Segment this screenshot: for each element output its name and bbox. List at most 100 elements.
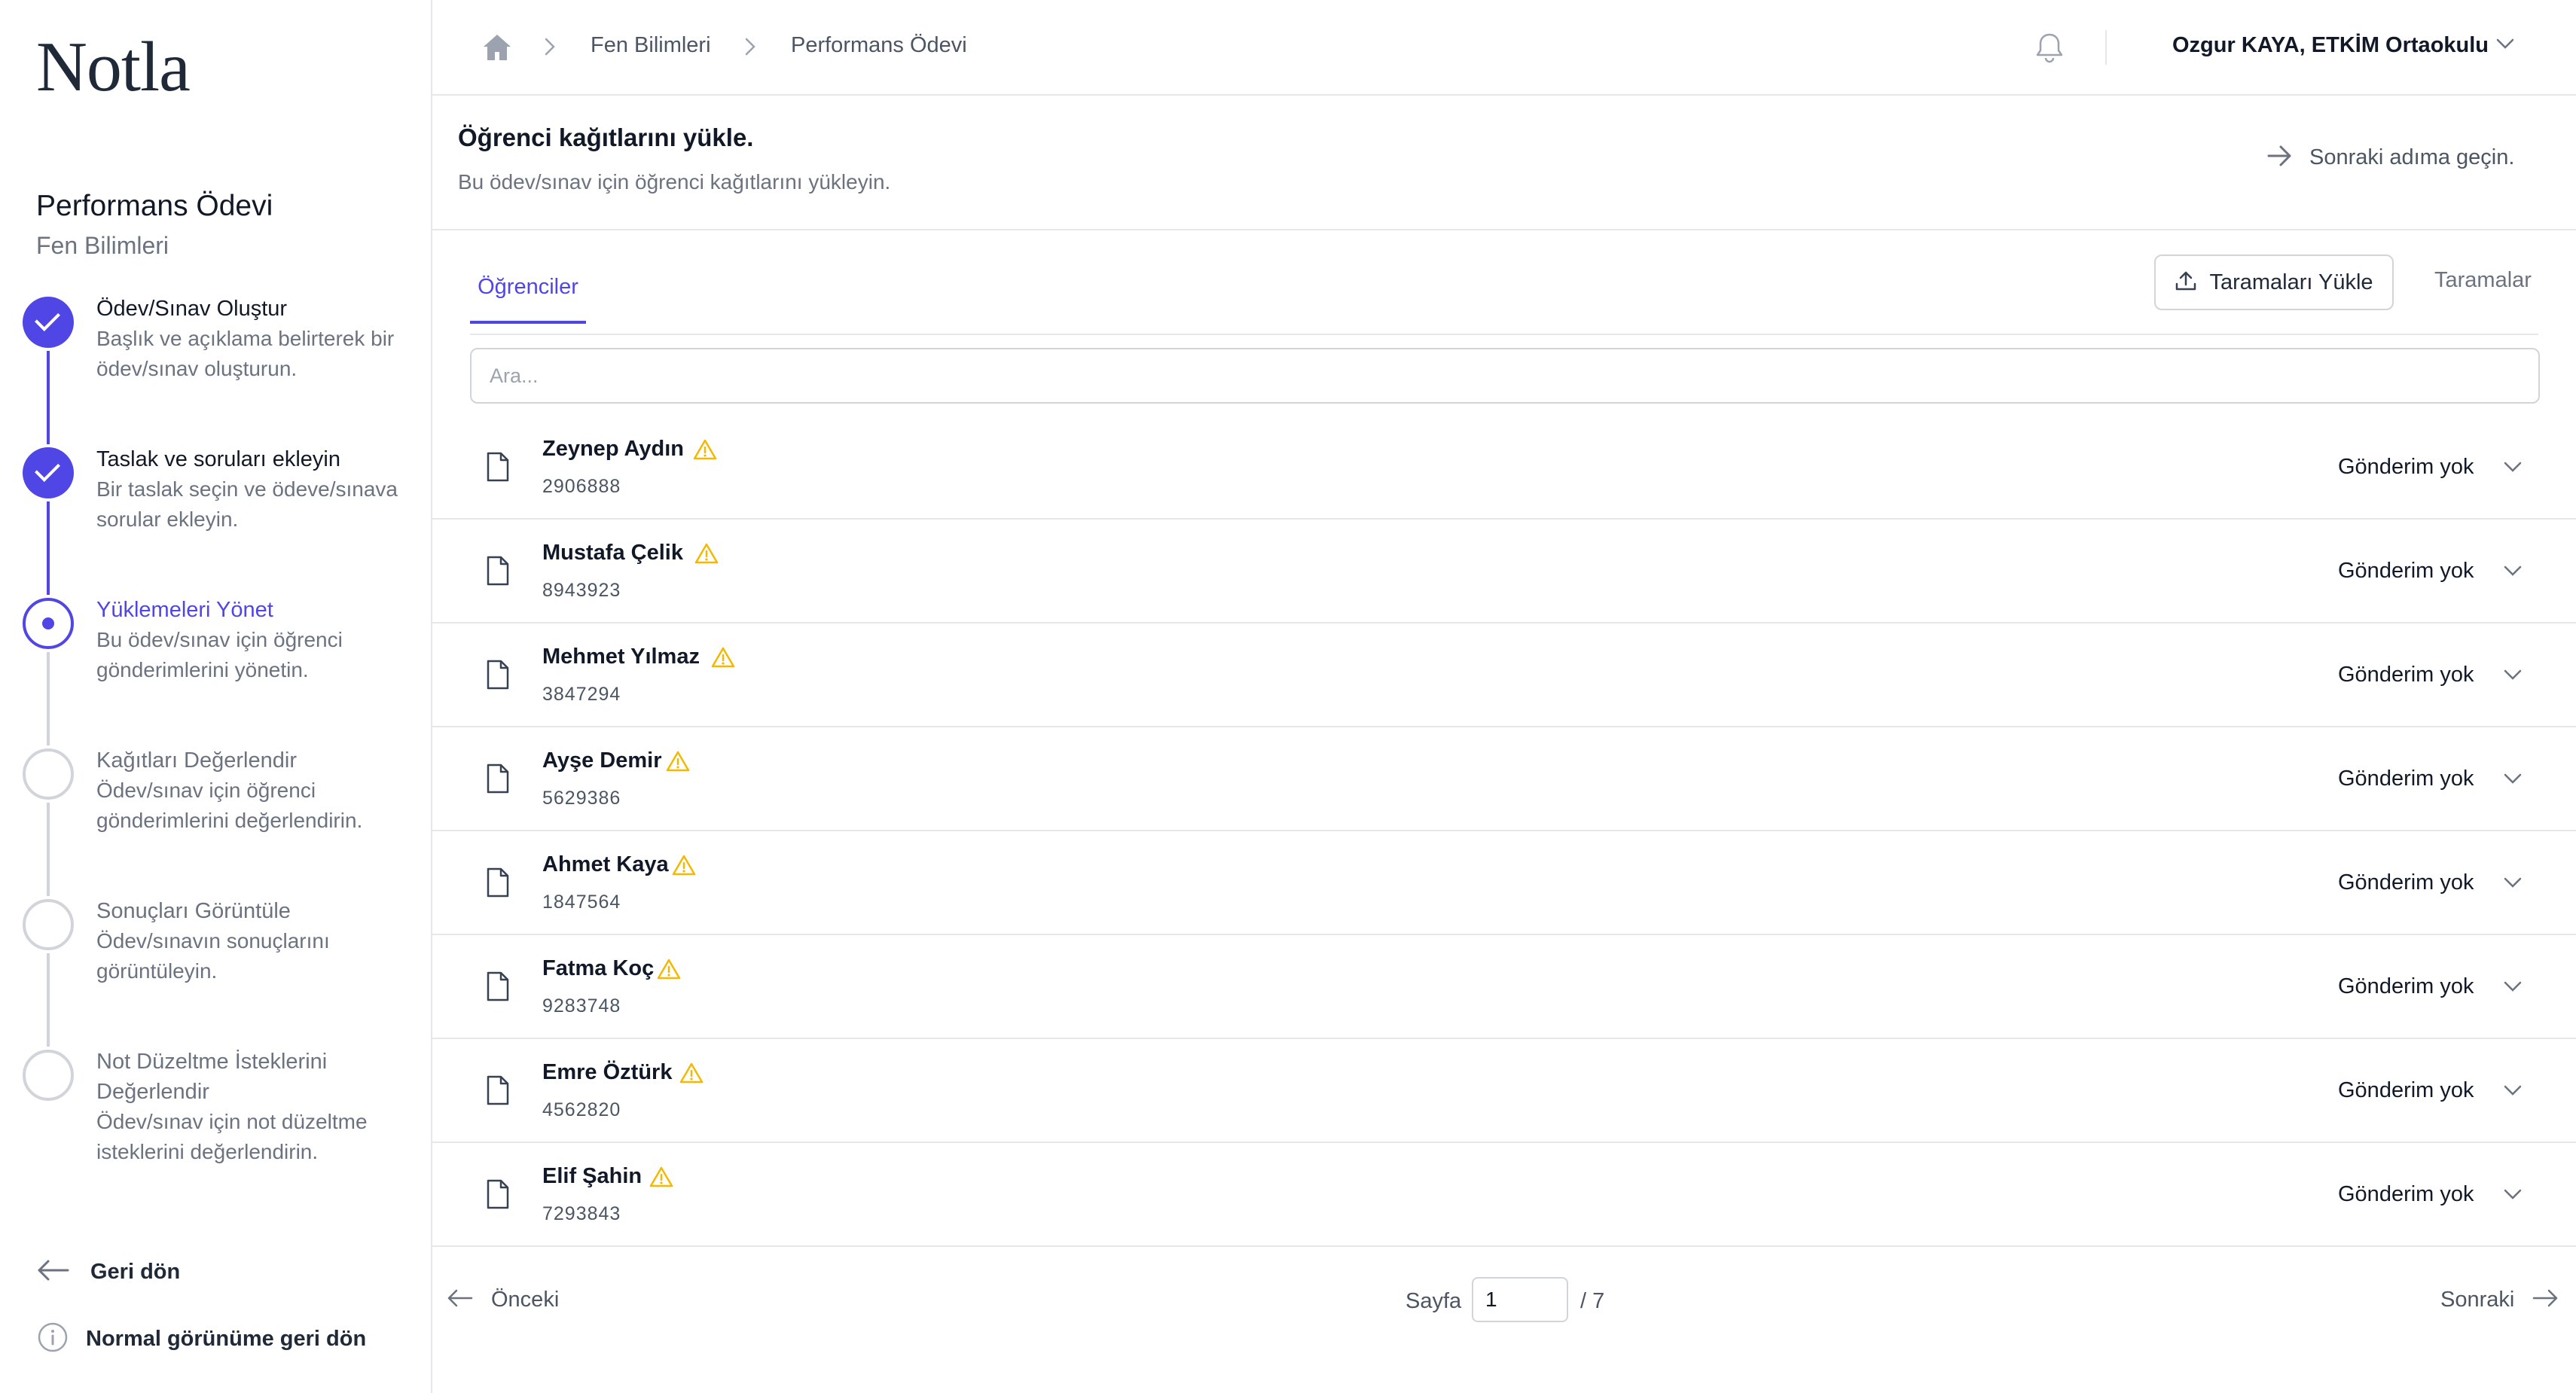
student-list: Zeynep Aydın 2906888 Gönderim yok Mustaf…: [432, 416, 2576, 1247]
bell-icon[interactable]: [2034, 32, 2065, 69]
chevron-down-icon[interactable]: [2502, 771, 2523, 790]
submission-status: Gönderim yok: [2338, 974, 2474, 998]
app-root: Notla Performans Ödevi Fen Bilimleri Öde…: [0, 0, 2576, 1393]
step-title: Ödev/Sınav Oluştur: [96, 297, 288, 321]
file-icon: [485, 1075, 511, 1109]
upload-icon: [2175, 270, 2197, 296]
table-row[interactable]: Emre Öztürk 4562820 Gönderim yok: [432, 1039, 2576, 1143]
step-description: Başlık ve açıklama belirterek bir ödev/s…: [96, 327, 395, 380]
table-row[interactable]: Mehmet Yılmaz 3847294 Gönderim yok: [432, 623, 2576, 727]
tab-scans[interactable]: Taramalar: [2434, 268, 2532, 293]
step-connector: [47, 351, 50, 444]
submission-status: Gönderim yok: [2338, 455, 2474, 479]
student-name: Mustafa Çelik: [542, 541, 683, 565]
step-text: Kağıtları Değerlendir Ödev/sınav için öğ…: [96, 745, 420, 836]
tabs-divider: [470, 334, 2538, 335]
student-name: Ahmet Kaya: [542, 852, 669, 876]
submission-status: Gönderim yok: [2338, 767, 2474, 791]
page-label: Sayfa: [1406, 1289, 1462, 1313]
step-check-icon: [23, 297, 74, 348]
next-page-label: Sonraki: [2440, 1288, 2515, 1312]
file-icon: [485, 867, 511, 901]
next-step-link[interactable]: Sonraki adıma geçin.: [2267, 145, 2514, 171]
chevron-down-icon[interactable]: [2502, 875, 2523, 894]
file-icon: [485, 971, 511, 1005]
table-row[interactable]: Fatma Koç 9283748 Gönderim yok: [432, 935, 2576, 1039]
step-description: Bu ödev/sınav için öğrenci gönderimlerin…: [96, 628, 343, 681]
student-id: 9283748: [542, 995, 621, 1017]
chevron-down-icon[interactable]: [2502, 667, 2523, 686]
header-divider: [432, 229, 2576, 230]
table-row[interactable]: Ahmet Kaya 1847564 Gönderim yok: [432, 831, 2576, 935]
page-subtitle: Bu ödev/sınav için öğrenci kağıtlarını y…: [458, 170, 891, 194]
table-row[interactable]: Ayşe Demir 5629386 Gönderim yok: [432, 727, 2576, 831]
student-id: 2906888: [542, 476, 621, 497]
student-name: Mehmet Yılmaz: [542, 645, 700, 669]
student-name: Emre Öztürk: [542, 1060, 673, 1084]
student-id: 3847294: [542, 684, 621, 705]
info-circle-icon: [36, 1321, 69, 1358]
warning-triangle-icon: [666, 750, 690, 776]
warning-triangle-icon: [694, 542, 719, 568]
normal-view-link[interactable]: Normal görünüme geri dön: [36, 1320, 366, 1358]
table-row[interactable]: Elif Şahin 7293843 Gönderim yok: [432, 1143, 2576, 1247]
step-manage-uploads[interactable]: Yüklemeleri Yönet Bu ödev/sınav için öğr…: [0, 595, 432, 745]
step-text: Sonuçları Görüntüle Ödev/sınavın sonuçla…: [96, 896, 420, 986]
table-row[interactable]: Zeynep Aydın 2906888 Gönderim yok: [432, 416, 2576, 520]
student-id: 4562820: [542, 1099, 621, 1120]
search-input[interactable]: [470, 348, 2540, 404]
step-connector: [47, 953, 50, 1047]
file-icon: [485, 556, 511, 590]
tab-students[interactable]: Öğrenciler: [470, 253, 586, 324]
table-row[interactable]: Mustafa Çelik 8943923 Gönderim yok: [432, 520, 2576, 623]
sidebar: Notla Performans Ödevi Fen Bilimleri Öde…: [0, 0, 432, 1393]
step-connector: [47, 652, 50, 745]
step-view-results[interactable]: Sonuçları Görüntüle Ödev/sınavın sonuçla…: [0, 896, 432, 1047]
student-id: 1847564: [542, 892, 621, 913]
step-draft-questions[interactable]: Taslak ve soruları ekleyin Bir taslak se…: [0, 444, 432, 595]
app-logo[interactable]: Notla: [36, 32, 191, 102]
chevron-down-icon[interactable]: [2495, 36, 2516, 55]
step-title: Not Düzeltme İsteklerini Değerlendir: [96, 1050, 328, 1104]
submission-status: Gönderim yok: [2338, 559, 2474, 583]
next-step-label: Sonraki adıma geçin.: [2309, 145, 2515, 169]
chevron-down-icon[interactable]: [2502, 563, 2523, 582]
file-icon: [485, 1179, 511, 1213]
step-regrade-requests[interactable]: Not Düzeltme İsteklerini Değerlendir Öde…: [0, 1047, 432, 1197]
step-grade-papers[interactable]: Kağıtları Değerlendir Ödev/sınav için öğ…: [0, 745, 432, 896]
page-number-input[interactable]: [1472, 1277, 1568, 1322]
student-id: 8943923: [542, 580, 621, 601]
submission-status: Gönderim yok: [2338, 1078, 2474, 1102]
back-link[interactable]: Geri dön: [36, 1253, 180, 1291]
prev-page-button[interactable]: Önceki: [446, 1288, 559, 1312]
step-text: Not Düzeltme İsteklerini Değerlendir Öde…: [96, 1047, 420, 1167]
warning-triangle-icon: [679, 1062, 704, 1088]
file-icon: [485, 452, 511, 486]
upload-scans-button[interactable]: Taramaları Yükle: [2154, 255, 2394, 310]
step-connector: [47, 803, 50, 896]
topbar-divider: [2105, 30, 2107, 65]
step-create[interactable]: Ödev/Sınav Oluştur Başlık ve açıklama be…: [0, 294, 432, 444]
next-page-button[interactable]: Sonraki: [2440, 1288, 2559, 1312]
student-id: 7293843: [542, 1203, 621, 1224]
breadcrumb-subject[interactable]: Fen Bilimleri: [591, 33, 711, 58]
normal-view-label: Normal görünüme geri dön: [86, 1326, 367, 1351]
submission-status: Gönderim yok: [2338, 1182, 2474, 1206]
upload-scans-label: Taramaları Yükle: [2209, 270, 2373, 294]
step-title: Yüklemeleri Yönet: [96, 598, 273, 622]
arrow-right-icon: [2532, 1288, 2559, 1312]
chevron-down-icon[interactable]: [2502, 1187, 2523, 1206]
chevron-down-icon[interactable]: [2502, 979, 2523, 998]
chevron-down-icon[interactable]: [2502, 1083, 2523, 1102]
warning-triangle-icon: [672, 854, 696, 880]
step-description: Bir taslak seçin ve ödeve/sınava sorular…: [96, 477, 398, 531]
user-menu[interactable]: Ozgur KAYA, ETKİM Ortaokulu: [2172, 33, 2489, 58]
breadcrumb-assignment[interactable]: Performans Ödevi: [791, 33, 967, 58]
step-title: Taslak ve soruları ekleyin: [96, 447, 340, 471]
topbar: Fen Bilimleri Performans Ödevi Ozgur KAY…: [432, 0, 2576, 96]
home-icon[interactable]: [482, 33, 512, 66]
chevron-down-icon[interactable]: [2502, 459, 2523, 478]
step-pending-icon: [23, 1050, 74, 1101]
step-description: Ödev/sınav için not düzeltme isteklerini…: [96, 1110, 368, 1163]
arrow-right-icon: [2267, 145, 2293, 171]
